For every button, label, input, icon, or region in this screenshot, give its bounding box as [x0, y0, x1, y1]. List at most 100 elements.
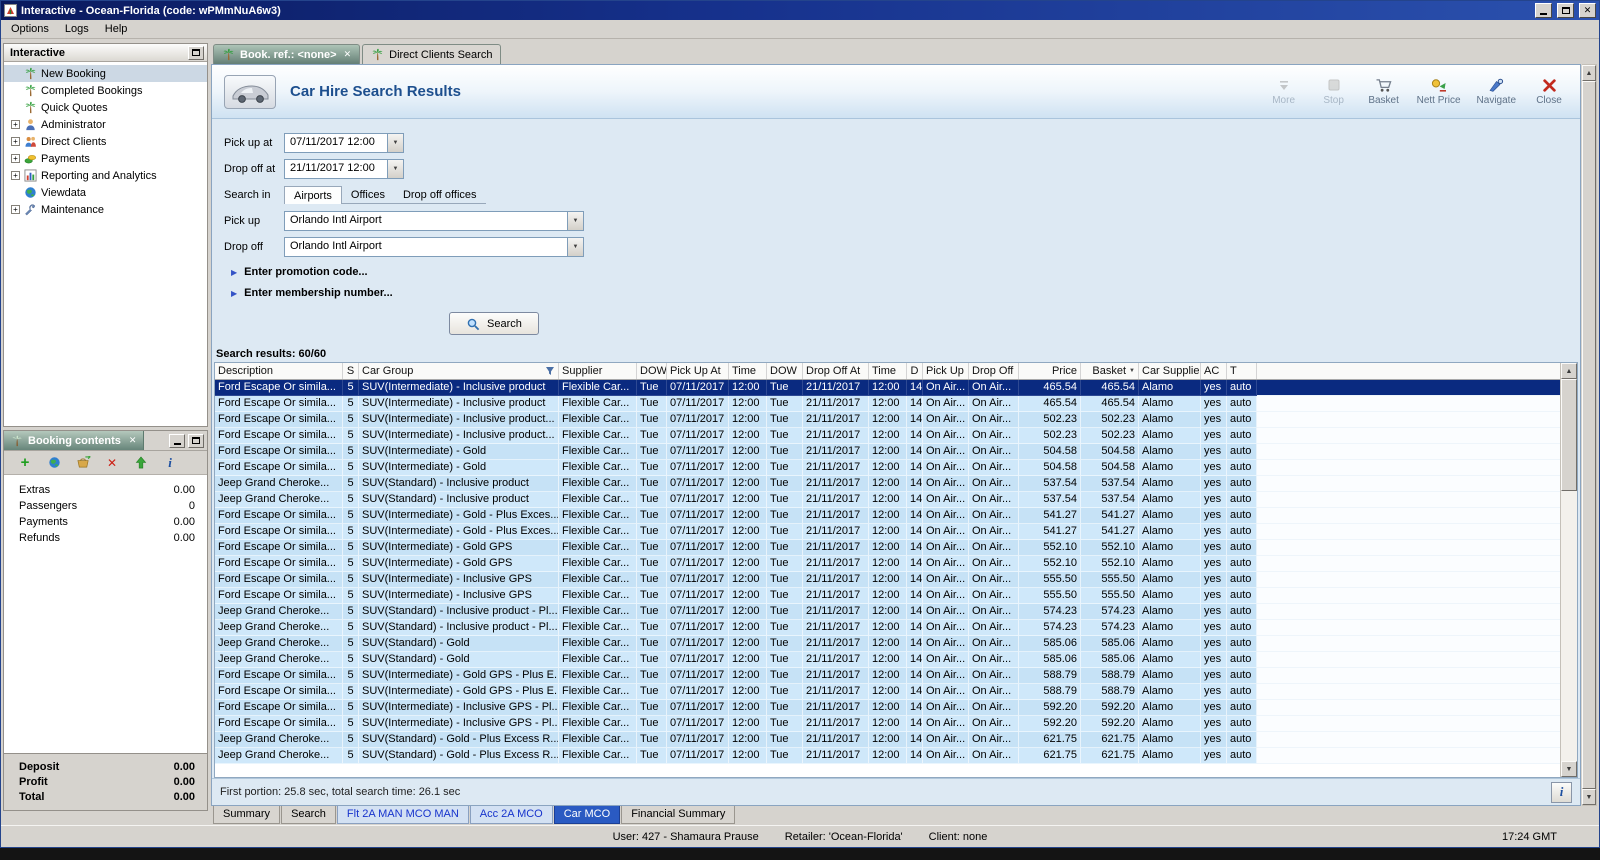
column-header-drop-off-at[interactable]: Drop Off At — [803, 363, 869, 379]
expand-icon[interactable]: + — [11, 137, 20, 146]
booking-contents-tab[interactable]: Booking contents ✕ — [4, 431, 145, 450]
scroll-thumb[interactable] — [1582, 81, 1596, 789]
scroll-down-icon[interactable]: ▼ — [1582, 789, 1596, 805]
doc-tab-book-ref-none[interactable]: Book. ref.: <none> ✕ — [213, 44, 361, 64]
sidebar-item-administrator[interactable]: + Administrator — [4, 116, 207, 133]
column-header-basket[interactable]: Basket ▼ — [1081, 363, 1139, 379]
expand-icon[interactable]: + — [11, 120, 20, 129]
column-header-time[interactable]: Time — [729, 363, 767, 379]
doc-tab-direct-clients-search[interactable]: Direct Clients Search — [362, 44, 502, 64]
column-header-pick-up-at[interactable]: Pick Up At — [667, 363, 729, 379]
scroll-track[interactable] — [1582, 81, 1596, 789]
result-row[interactable]: Jeep Grand Cheroke... 5 SUV(Standard) - Go… — [215, 652, 1560, 668]
search-button[interactable]: Search — [449, 312, 539, 335]
column-header-pick-up[interactable]: Pick Up — [923, 363, 969, 379]
result-row[interactable]: Ford Escape Or simila... 5 SUV(Intermediat… — [215, 380, 1560, 396]
scroll-track[interactable] — [1561, 379, 1577, 761]
menu-options[interactable]: Options — [3, 21, 57, 37]
result-row[interactable]: Ford Escape Or simila... 5 SUV(Intermediat… — [215, 588, 1560, 604]
column-header-drop-off[interactable]: Drop Off — [969, 363, 1019, 379]
sidebar-item-viewdata[interactable]: Viewdata — [4, 184, 207, 201]
column-header-dow[interactable]: DOW — [637, 363, 667, 379]
expand-icon[interactable]: + — [11, 154, 20, 163]
column-header-dow[interactable]: DOW — [767, 363, 803, 379]
globe-button[interactable] — [45, 454, 63, 472]
sidebar-item-direct-clients[interactable]: + Direct Clients — [4, 133, 207, 150]
dropoff-at-dropdown[interactable]: 21/11/2017 12:00 ▼ — [284, 158, 404, 179]
chevron-down-icon[interactable]: ▼ — [567, 237, 583, 256]
sidebar-item-new-booking[interactable]: New Booking — [4, 65, 207, 82]
plus-button[interactable]: + — [16, 454, 34, 472]
expand-icon[interactable]: + — [11, 171, 20, 180]
table-scrollbar[interactable]: ▲ ▼ — [1560, 363, 1577, 777]
collapse-panel-button[interactable] — [188, 45, 204, 60]
pickup-location-dropdown[interactable]: Orlando Intl Airport ▼ — [284, 210, 584, 231]
bottom-tab-financial-summary[interactable]: Financial Summary — [621, 806, 736, 824]
result-row[interactable]: Ford Escape Or simila... 5 SUV(Intermediat… — [215, 508, 1560, 524]
sidebar-item-completed-bookings[interactable]: Completed Bookings — [4, 82, 207, 99]
expand-icon[interactable]: + — [11, 205, 20, 214]
minimize-button[interactable] — [1535, 3, 1552, 18]
pickup-at-dropdown[interactable]: 07/11/2017 12:00 ▼ — [284, 132, 404, 153]
main-scrollbar[interactable]: ▲ ▼ — [1582, 64, 1597, 806]
result-row[interactable]: Ford Escape Or simila... 5 SUV(Intermediat… — [215, 524, 1560, 540]
scroll-down-icon[interactable]: ▼ — [1561, 761, 1577, 777]
maximize-button[interactable] — [1557, 3, 1574, 18]
scroll-up-icon[interactable]: ▲ — [1582, 65, 1596, 81]
promotion-code-expander[interactable]: ▶ Enter promotion code... — [231, 266, 1580, 278]
result-row[interactable]: Jeep Grand Cheroke... 5 SUV(Standard) - In… — [215, 492, 1560, 508]
result-row[interactable]: Ford Escape Or simila... 5 SUV(Intermediat… — [215, 444, 1560, 460]
bottom-tab-car-mco[interactable]: Car MCO — [553, 806, 621, 824]
result-row[interactable]: Jeep Grand Cheroke... 5 SUV(Standard) - In… — [215, 620, 1560, 636]
column-header-car-supplier[interactable]: Car Supplier — [1139, 363, 1201, 379]
result-row[interactable]: Ford Escape Or simila... 5 SUV(Intermediat… — [215, 684, 1560, 700]
menu-help[interactable]: Help — [97, 21, 136, 37]
column-header-ac[interactable]: AC — [1201, 363, 1227, 379]
result-row[interactable]: Ford Escape Or simila... 5 SUV(Intermediat… — [215, 700, 1560, 716]
result-row[interactable]: Ford Escape Or simila... 5 SUV(Intermediat… — [215, 572, 1560, 588]
result-row[interactable]: Ford Escape Or simila... 5 SUV(Intermediat… — [215, 396, 1560, 412]
chevron-down-icon[interactable]: ▼ — [387, 133, 403, 152]
sidebar-item-payments[interactable]: + Payments — [4, 150, 207, 167]
toolbar-navigate-button[interactable]: Navigate — [1477, 77, 1516, 106]
column-header-description[interactable]: Description — [215, 363, 343, 379]
toolbar-close-button[interactable]: Close — [1532, 77, 1566, 106]
result-row[interactable]: Jeep Grand Cheroke... 5 SUV(Standard) - In… — [215, 476, 1560, 492]
delete-button[interactable]: ✕ — [103, 454, 121, 472]
sidebar-item-maintenance[interactable]: + Maintenance — [4, 201, 207, 218]
column-header-s[interactable]: S — [343, 363, 359, 379]
result-row[interactable]: Jeep Grand Cheroke... 5 SUV(Standard) - Go… — [215, 636, 1560, 652]
move-up-button[interactable] — [132, 454, 150, 472]
close-window-button[interactable]: ✕ — [1579, 3, 1596, 18]
toolbar-basket-button[interactable]: Basket — [1367, 77, 1401, 106]
result-row[interactable]: Ford Escape Or simila... 5 SUV(Intermediat… — [215, 412, 1560, 428]
bottom-tab-acc-2a-mco[interactable]: Acc 2A MCO — [469, 806, 553, 824]
booking-restore-button[interactable] — [188, 433, 204, 448]
close-booking-tab-icon[interactable]: ✕ — [129, 435, 137, 446]
result-row[interactable]: Jeep Grand Cheroke... 5 SUV(Standard) - Go… — [215, 748, 1560, 764]
filter-icon[interactable] — [545, 366, 555, 376]
column-header-supplier[interactable]: Supplier — [559, 363, 637, 379]
result-row[interactable]: Jeep Grand Cheroke... 5 SUV(Standard) - In… — [215, 604, 1560, 620]
column-header-t[interactable]: T — [1227, 363, 1257, 379]
column-header-price[interactable]: Price — [1019, 363, 1081, 379]
search-in-tab-offices[interactable]: Offices — [341, 186, 394, 204]
result-row[interactable]: Ford Escape Or simila... 5 SUV(Intermediat… — [215, 668, 1560, 684]
booking-minimize-button[interactable] — [169, 433, 185, 448]
result-row[interactable]: Ford Escape Or simila... 5 SUV(Intermediat… — [215, 556, 1560, 572]
result-row[interactable]: Ford Escape Or simila... 5 SUV(Intermediat… — [215, 716, 1560, 732]
chevron-down-icon[interactable]: ▼ — [567, 211, 583, 230]
search-in-tab-airports[interactable]: Airports — [284, 185, 342, 204]
column-header-d[interactable]: D — [907, 363, 923, 379]
chevron-down-icon[interactable]: ▼ — [387, 159, 403, 178]
search-in-tab-drop-off-offices[interactable]: Drop off offices — [393, 186, 486, 204]
scroll-thumb[interactable] — [1561, 379, 1577, 491]
result-row[interactable]: Ford Escape Or simila... 5 SUV(Intermediat… — [215, 540, 1560, 556]
info-button[interactable]: i — [1551, 781, 1572, 803]
result-row[interactable]: Jeep Grand Cheroke... 5 SUV(Standard) - Go… — [215, 732, 1560, 748]
bottom-tab-flt-2a-man-mco-man[interactable]: Flt 2A MAN MCO MAN — [336, 806, 469, 824]
column-header-car-group[interactable]: Car Group — [359, 363, 559, 379]
sidebar-item-quick-quotes[interactable]: Quick Quotes — [4, 99, 207, 116]
close-tab-icon[interactable]: ✕ — [344, 49, 352, 60]
dropoff-location-dropdown[interactable]: Orlando Intl Airport ▼ — [284, 236, 584, 257]
